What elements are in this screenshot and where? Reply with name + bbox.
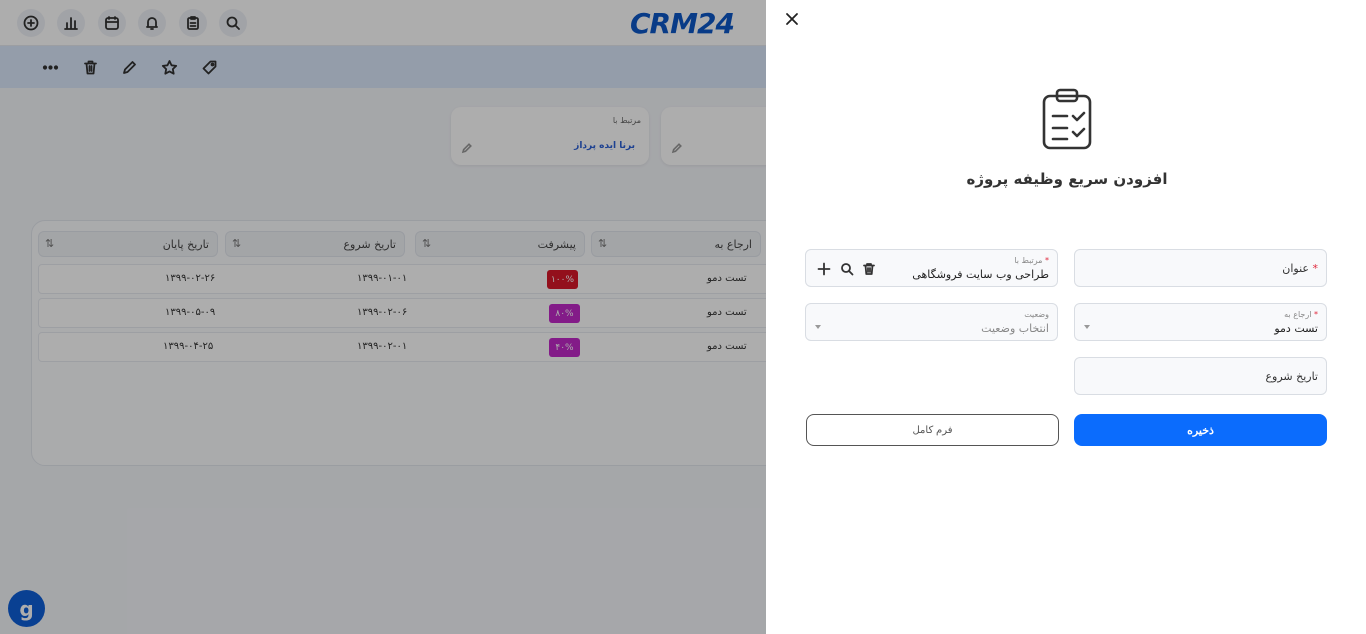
assign-to-value: تست دمو [1274, 322, 1318, 335]
modal-backdrop[interactable] [0, 0, 766, 634]
start-date-input[interactable]: تاریخ شروع [1074, 357, 1327, 395]
chevron-down-icon[interactable] [815, 325, 821, 329]
related-to-value: طراحی وب سایت فروشگاهی [912, 268, 1049, 281]
search-icon[interactable] [840, 261, 854, 276]
status-select[interactable]: وضعیت انتخاب وضعیت [805, 303, 1058, 341]
panel-title: افزودن سریع وظیفه پروژه [966, 170, 1168, 188]
status-placeholder: انتخاب وضعیت [981, 322, 1049, 335]
clipboard-check-icon [1041, 88, 1093, 150]
assign-to-select[interactable]: ارجاع به * تست دمو [1074, 303, 1327, 341]
related-to-field[interactable]: مرتبط با * طراحی وب سایت فروشگاهی [805, 249, 1058, 287]
chevron-down-icon[interactable] [1084, 325, 1090, 329]
full-form-button[interactable]: فرم کامل [806, 414, 1059, 446]
title-input[interactable]: عنوان * [1074, 249, 1327, 287]
trash-icon[interactable] [862, 261, 876, 275]
plus-icon[interactable] [817, 261, 831, 276]
save-button[interactable]: ذخیره [1074, 414, 1327, 446]
close-icon[interactable] [784, 11, 800, 27]
quick-add-task-panel: افزودن سریع وظیفه پروژه عنوان * مرتبط با… [766, 0, 1366, 634]
